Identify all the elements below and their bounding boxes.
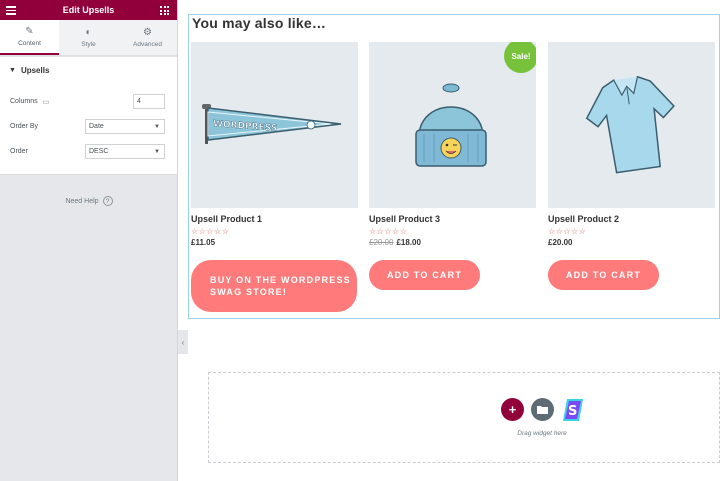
order-by-select[interactable]: Date ▼ xyxy=(85,119,165,134)
upsells-widget[interactable]: You may also like… WORDPRESS Upsell Prod… xyxy=(188,14,720,319)
sale-badge: Sale! xyxy=(504,42,536,73)
product-price: £20.00 £18.00 xyxy=(369,238,421,247)
panel-tabs: ✎ Content ◐ Style ⚙ Advanced xyxy=(0,20,177,56)
order-label: Order xyxy=(10,148,28,155)
tab-advanced[interactable]: ⚙ Advanced xyxy=(118,20,177,55)
chevron-down-icon: ▼ xyxy=(154,123,160,130)
section-title: Upsells xyxy=(20,65,50,75)
add-section-button[interactable]: + xyxy=(501,398,524,421)
menu-icon[interactable] xyxy=(6,6,16,15)
polo-shirt-illustration xyxy=(585,75,675,174)
tab-style[interactable]: ◐ Style xyxy=(59,20,118,55)
product-image-beanie[interactable]: Sale! xyxy=(369,42,536,208)
product-image-pennant[interactable]: WORDPRESS xyxy=(191,42,358,208)
pencil-icon: ✎ xyxy=(25,26,34,37)
product-price: £11.05 xyxy=(191,238,216,247)
drag-widget-hint: Drag widget here xyxy=(517,430,567,437)
star-rating: ☆☆☆☆☆ xyxy=(191,227,230,236)
dropzone-actions: + S xyxy=(501,398,584,421)
section-toggle[interactable]: ▼ Upsells xyxy=(0,57,177,83)
need-help-label: Need Help xyxy=(65,197,99,205)
columns-input[interactable]: 4 xyxy=(133,94,165,109)
caret-down-icon: ▼ xyxy=(9,66,16,74)
tab-style-label: Style xyxy=(81,41,96,48)
gear-icon: ⚙ xyxy=(143,27,152,38)
old-price: £20.00 xyxy=(369,238,394,247)
order-select[interactable]: DESC ▼ xyxy=(85,144,165,159)
product-image-polo[interactable] xyxy=(548,42,715,208)
order-by-label: Order By xyxy=(10,123,39,130)
s-logo-icon: S xyxy=(562,398,583,421)
product-title[interactable]: Upsell Product 3 xyxy=(369,214,536,224)
order-control: Order DESC ▼ xyxy=(10,139,165,164)
upsells-section: ▼ Upsells Columns ▭ 4 Order By Date ▼ Or… xyxy=(0,56,177,175)
panel-title: Edit Upsells xyxy=(62,5,115,15)
editor-panel: Edit Upsells ✎ Content ◐ Style ⚙ Advance… xyxy=(0,0,178,481)
svg-text:S: S xyxy=(568,404,577,419)
product-title[interactable]: Upsell Product 2 xyxy=(548,214,715,224)
product-card: WORDPRESS Upsell Product 1 ☆☆☆☆☆ £11.05 … xyxy=(191,42,358,312)
product-card: Sale! Upsell Product 3 ☆☆☆☆☆ £20.00 £18.0… xyxy=(369,42,536,290)
product-price: £20.00 xyxy=(548,238,573,247)
need-help-link[interactable]: Need Help ? xyxy=(0,196,178,206)
add-to-cart-button[interactable]: ADD TO CART xyxy=(369,260,480,290)
tab-advanced-label: Advanced xyxy=(133,41,162,48)
tab-content[interactable]: ✎ Content xyxy=(0,20,59,55)
order-value: DESC xyxy=(89,148,109,155)
columns-control: Columns ▭ 4 xyxy=(10,89,165,114)
desktop-icon[interactable]: ▭ xyxy=(43,98,50,106)
folder-icon xyxy=(537,406,548,414)
starter-templates-button[interactable]: S xyxy=(561,398,584,421)
section-controls: Columns ▭ 4 Order By Date ▼ Order DESC ▼ xyxy=(0,83,177,175)
star-rating: ☆☆☆☆☆ xyxy=(548,227,587,236)
order-by-control: Order By Date ▼ xyxy=(10,114,165,139)
panel-header: Edit Upsells xyxy=(0,0,177,20)
add-to-cart-button[interactable]: ADD TO CART xyxy=(548,260,659,290)
panel-collapse-button[interactable]: ‹ xyxy=(178,330,188,354)
widgets-grid-icon[interactable] xyxy=(160,6,169,15)
chevron-left-icon: ‹ xyxy=(181,337,185,347)
template-library-button[interactable] xyxy=(531,398,554,421)
add-section-dropzone[interactable]: + S Drag widget here xyxy=(208,372,720,463)
columns-label: Columns xyxy=(10,98,38,105)
question-icon: ? xyxy=(102,196,113,206)
plus-icon: + xyxy=(508,402,517,417)
product-card: Upsell Product 2 ☆☆☆☆☆ £20.00 ADD TO CAR… xyxy=(548,42,715,290)
star-rating: ☆☆☆☆☆ xyxy=(369,227,408,236)
half-circle-icon: ◐ xyxy=(85,27,92,38)
chevron-down-icon: ▼ xyxy=(154,148,160,155)
tab-content-label: Content xyxy=(18,40,41,47)
product-title[interactable]: Upsell Product 1 xyxy=(191,214,358,224)
pennant-illustration: WORDPRESS xyxy=(202,104,342,144)
buy-external-button[interactable]: BUY ON THE WORDPRESS SWAG STORE! xyxy=(191,260,357,312)
order-by-value: Date xyxy=(89,123,104,130)
upsells-heading: You may also like… xyxy=(192,15,327,31)
